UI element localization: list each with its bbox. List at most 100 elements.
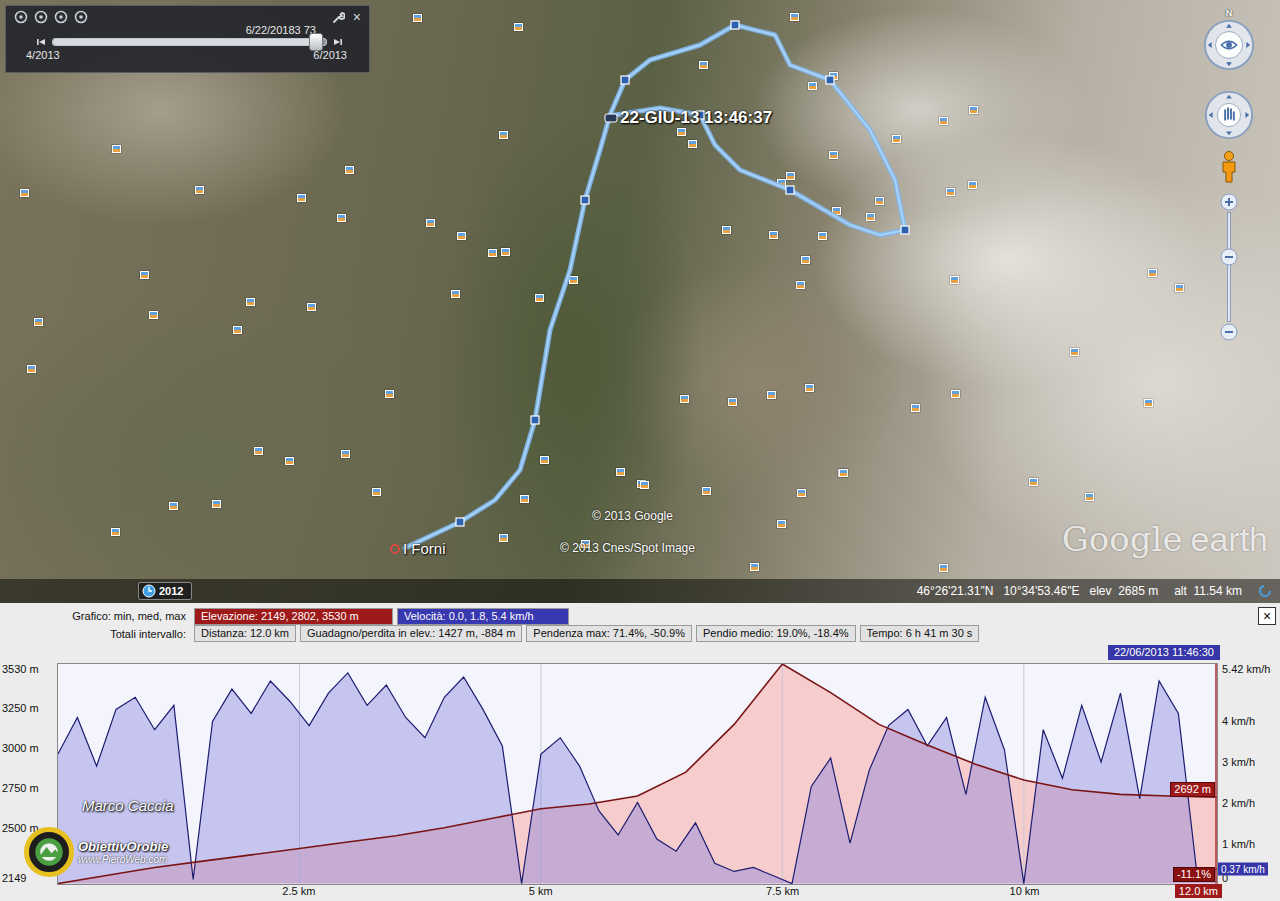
track-point-icon[interactable]: [456, 518, 464, 526]
photo-marker-icon[interactable]: [946, 188, 955, 196]
place-pin-icon[interactable]: [389, 543, 401, 555]
photo-marker-icon[interactable]: [385, 390, 394, 398]
photo-marker-icon[interactable]: [535, 294, 544, 302]
photo-marker-icon[interactable]: [950, 276, 959, 284]
photo-marker-icon[interactable]: [796, 281, 805, 289]
map-view[interactable]: ×6/22/20183 734/20136/201322-GIU-13 13:4…: [0, 0, 1280, 603]
photo-marker-icon[interactable]: [499, 131, 508, 139]
photo-marker-icon[interactable]: [875, 197, 884, 205]
toolbar-tool-icon[interactable]: [74, 10, 88, 24]
imagery-date-badge[interactable]: 2012: [138, 582, 192, 600]
photo-marker-icon[interactable]: [457, 232, 466, 240]
photo-marker-icon[interactable]: [499, 534, 508, 542]
photo-marker-icon[interactable]: [939, 564, 948, 572]
photo-marker-icon[interactable]: [640, 481, 649, 489]
photo-marker-icon[interactable]: [767, 391, 776, 399]
photo-marker-icon[interactable]: [769, 231, 778, 239]
photo-marker-icon[interactable]: [501, 248, 510, 256]
photo-marker-icon[interactable]: [797, 489, 806, 497]
toolbar-tool-icon[interactable]: [54, 10, 68, 24]
photo-marker-icon[interactable]: [169, 502, 178, 510]
photo-marker-icon[interactable]: [540, 456, 549, 464]
compass-control[interactable]: N: [1200, 8, 1258, 72]
place-marker[interactable]: I Forni: [389, 540, 446, 557]
photo-marker-icon[interactable]: [790, 13, 799, 21]
photo-marker-icon[interactable]: [839, 469, 848, 477]
photo-marker-icon[interactable]: [514, 23, 523, 31]
photo-marker-icon[interactable]: [818, 232, 827, 240]
track-point-icon[interactable]: [581, 196, 589, 204]
photo-marker-icon[interactable]: [829, 151, 838, 159]
photo-marker-icon[interactable]: [911, 404, 920, 412]
zoom-in-icon[interactable]: [1219, 192, 1239, 212]
track-point-icon[interactable]: [901, 226, 909, 234]
photo-marker-icon[interactable]: [520, 495, 529, 503]
photo-marker-icon[interactable]: [722, 226, 731, 234]
step-forward-icon[interactable]: [333, 37, 343, 47]
toolbar-tool-icon[interactable]: [34, 10, 48, 24]
photo-marker-icon[interactable]: [569, 276, 578, 284]
photo-marker-icon[interactable]: [212, 500, 221, 508]
zoom-slider[interactable]: [1219, 192, 1239, 342]
photo-marker-icon[interactable]: [1085, 493, 1094, 501]
move-hand-icon[interactable]: [1202, 88, 1256, 142]
photo-marker-icon[interactable]: [866, 213, 875, 221]
street-view-person-icon[interactable]: [1219, 150, 1239, 184]
photo-marker-icon[interactable]: [337, 214, 346, 222]
photo-marker-icon[interactable]: [246, 298, 255, 306]
photo-marker-icon[interactable]: [1175, 284, 1184, 292]
photo-marker-icon[interactable]: [786, 172, 795, 180]
photo-marker-icon[interactable]: [808, 82, 817, 90]
look-eye-icon[interactable]: [1202, 18, 1256, 72]
photo-marker-icon[interactable]: [750, 563, 759, 571]
photo-marker-icon[interactable]: [341, 450, 350, 458]
photo-marker-icon[interactable]: [195, 186, 204, 194]
photo-marker-icon[interactable]: [413, 14, 422, 22]
step-back-icon[interactable]: [36, 37, 46, 47]
speed-summary[interactable]: Velocità: 0.0, 1.8, 5.4 km/h: [397, 608, 569, 625]
track-point-icon[interactable]: [531, 416, 539, 424]
track-point-icon[interactable]: [621, 76, 629, 84]
photo-marker-icon[interactable]: [969, 106, 978, 114]
photo-marker-icon[interactable]: [699, 61, 708, 69]
photo-marker-icon[interactable]: [112, 145, 121, 153]
photo-marker-icon[interactable]: [688, 140, 697, 148]
cursor-line[interactable]: [1215, 664, 1216, 884]
photo-marker-icon[interactable]: [34, 318, 43, 326]
photo-marker-icon[interactable]: [426, 219, 435, 227]
photo-marker-icon[interactable]: [140, 271, 149, 279]
time-slider[interactable]: [52, 38, 327, 46]
photo-marker-icon[interactable]: [702, 487, 711, 495]
photo-marker-icon[interactable]: [27, 365, 36, 373]
track-point-icon[interactable]: [731, 21, 739, 29]
photo-marker-icon[interactable]: [728, 398, 737, 406]
photo-marker-icon[interactable]: [777, 520, 786, 528]
photo-marker-icon[interactable]: [233, 326, 242, 334]
track-point-icon[interactable]: [826, 76, 834, 84]
elevation-summary[interactable]: Elevazione: 2149, 2802, 3530 m: [194, 608, 393, 625]
zoom-out-icon[interactable]: [1219, 322, 1239, 342]
photo-marker-icon[interactable]: [488, 249, 497, 257]
photo-marker-icon[interactable]: [372, 488, 381, 496]
photo-marker-icon[interactable]: [254, 447, 263, 455]
photo-marker-icon[interactable]: [1144, 399, 1153, 407]
photo-marker-icon[interactable]: [801, 256, 810, 264]
photo-marker-icon[interactable]: [1029, 478, 1038, 486]
photo-marker-icon[interactable]: [677, 128, 686, 136]
photo-marker-icon[interactable]: [968, 181, 977, 189]
photo-marker-icon[interactable]: [939, 117, 948, 125]
close-panel-button[interactable]: ×: [1258, 607, 1276, 625]
zoom-handle-icon[interactable]: [1219, 247, 1239, 267]
photo-marker-icon[interactable]: [1070, 348, 1079, 356]
toolbar-close-button[interactable]: ×: [353, 10, 361, 24]
photo-marker-icon[interactable]: [951, 390, 960, 398]
photo-marker-icon[interactable]: [307, 303, 316, 311]
profile-plot[interactable]: 2692 m-11.1%: [57, 663, 1218, 885]
wrench-icon[interactable]: [331, 10, 345, 24]
time-slider-thumb[interactable]: [309, 33, 323, 51]
photo-marker-icon[interactable]: [680, 395, 689, 403]
photo-marker-icon[interactable]: [111, 528, 120, 536]
photo-marker-icon[interactable]: [345, 166, 354, 174]
photo-marker-icon[interactable]: [1148, 269, 1157, 277]
toolbar-tool-icon[interactable]: [14, 10, 28, 24]
